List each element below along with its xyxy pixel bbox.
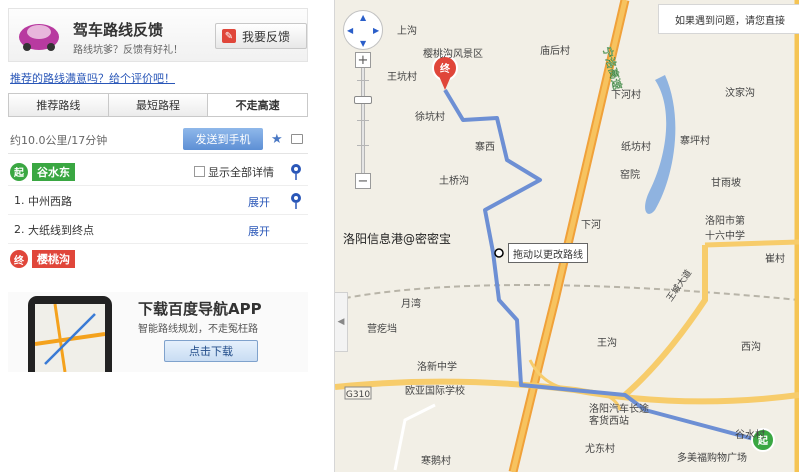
zoom-slider-knob[interactable]	[354, 96, 372, 104]
ad-subtitle: 智能路线规划，不走冤枉路	[138, 324, 258, 335]
feedback-button-label: 我要反馈	[242, 29, 291, 44]
show-all-checkbox[interactable]	[194, 166, 205, 177]
map-pan-control[interactable]: ▲ ▼ ◀ ▶	[343, 10, 383, 50]
download-button[interactable]: 点击下载	[164, 340, 258, 362]
help-notice[interactable]: 如果遇到问题，请您直接	[658, 4, 799, 34]
collapse-panel-button[interactable]: ◀	[335, 292, 348, 352]
route-panel: 驾车路线反馈 路线坑爹？反馈有好礼！ ✎ 我要反馈 推荐的路线满意吗？给个评价吧…	[0, 0, 334, 472]
start-badge: 起	[10, 162, 28, 181]
map-label: 土桥沟	[439, 176, 469, 187]
map-label: 下河	[581, 220, 601, 231]
zoom-out-button[interactable]: −	[355, 173, 371, 189]
location-pin-icon[interactable]	[290, 164, 302, 180]
drag-route-tooltip: 拖动以更改路线	[508, 243, 588, 263]
ad-title: 下载百度导航APP	[138, 300, 262, 318]
map-label: 寨西	[475, 142, 495, 153]
map-label: 营疙垱	[367, 324, 397, 335]
map-label: 徐坑村	[415, 112, 445, 123]
location-pin-icon[interactable]	[290, 193, 302, 209]
map-label: 王坑村	[387, 72, 417, 83]
svg-text:终: 终	[440, 62, 451, 75]
pan-down-icon[interactable]: ▼	[360, 40, 366, 48]
map-label: 西沟	[741, 342, 761, 353]
send-to-phone-button[interactable]: 发送到手机	[183, 128, 263, 150]
pan-up-icon[interactable]: ▲	[360, 14, 366, 22]
step-row[interactable]: 2. 大纸线到终点 展开	[8, 216, 308, 244]
watermark-text: 洛阳信息港@密密宝	[343, 232, 452, 246]
map-label: 甘雨坡	[711, 178, 741, 189]
map-label: 樱桃沟风景区	[423, 49, 483, 60]
map-label: 崔村	[765, 254, 785, 265]
feedback-button[interactable]: ✎ 我要反馈	[215, 23, 307, 49]
map-label: 寒鹅村	[421, 456, 451, 467]
zoom-tick	[357, 145, 369, 146]
tab-no-highway[interactable]: 不走高速	[208, 94, 308, 116]
tab-recommended[interactable]: 推荐路线	[9, 94, 109, 116]
zoom-in-button[interactable]: +	[355, 52, 371, 68]
map-label: 王沟	[597, 338, 617, 349]
step-number: 2.	[14, 223, 25, 236]
car-icon	[19, 24, 59, 51]
map-label: 洛新中学	[417, 362, 457, 373]
map-label: 汶家沟	[725, 88, 755, 99]
end-place[interactable]: 樱桃沟	[32, 250, 75, 268]
route-summary: 约10.0公里/17分钟 发送到手机 ★	[8, 124, 308, 154]
map-label: 多美福购物广场	[677, 453, 747, 464]
start-place[interactable]: 谷水东	[32, 162, 75, 181]
feedback-banner: 驾车路线反馈 路线坑爹？反馈有好礼！ ✎ 我要反馈	[8, 8, 308, 62]
route-tabs: 推荐路线 最短路程 不走高速	[8, 93, 308, 117]
step-expand-link[interactable]: 展开	[248, 194, 270, 210]
step-row[interactable]: 1. 中州西路 展开	[8, 187, 308, 215]
pan-left-icon[interactable]: ◀	[347, 27, 353, 35]
route-drag-point[interactable]	[494, 248, 504, 258]
end-row: 终 樱桃沟	[8, 245, 308, 273]
map-label: 尤东村	[585, 444, 615, 455]
g310-badge: G310	[346, 390, 370, 400]
map-label: 欧亚国际学校	[405, 386, 465, 397]
rate-route-link[interactable]: 推荐的路线满意吗？给个评价吧！	[10, 70, 175, 86]
step-text: 中州西路	[28, 194, 72, 208]
feedback-title: 驾车路线反馈	[73, 21, 164, 39]
map-label: 寨坪村	[680, 136, 710, 147]
zoom-tick	[357, 80, 369, 81]
feedback-subtitle: 路线坑爹？反馈有好礼！	[73, 45, 183, 56]
map-label: 纸坊村	[621, 142, 651, 153]
map-label: 洛阳汽车长途客货西站	[589, 404, 649, 427]
map-view[interactable]: 终 起 G310 宁洛高速 王城大道 上沟 樱桃沟风景区 王坑村 庙后村 下河村…	[335, 0, 799, 472]
print-icon[interactable]	[291, 134, 303, 144]
map-label: 谷水村	[735, 430, 765, 441]
start-row: 起 谷水东 显示全部详情	[8, 158, 308, 186]
show-all-label: 显示全部详情	[208, 166, 274, 179]
map-label: 洛阳市第十六中学	[705, 216, 745, 242]
phone-screen-map	[35, 304, 105, 372]
map-label: 月湾	[401, 299, 421, 310]
map-label: 庙后村	[540, 46, 570, 57]
map-label: 上沟	[397, 26, 417, 37]
step-expand-link[interactable]: 展开	[248, 223, 270, 239]
end-badge: 终	[10, 250, 28, 268]
tab-shortest[interactable]: 最短路程	[108, 94, 209, 116]
map-label: 窑院	[620, 170, 640, 181]
app-download-ad: 下载百度导航APP 智能路线规划，不走冤枉路 点击下载	[8, 292, 308, 372]
step-number: 1.	[14, 194, 25, 207]
zoom-tick	[357, 120, 369, 121]
route-distance: 约10.0公里/17分钟	[10, 134, 108, 147]
edit-icon: ✎	[222, 29, 236, 43]
favorite-star-icon[interactable]: ★	[271, 132, 283, 147]
step-text: 大纸线到终点	[28, 223, 94, 237]
pan-right-icon[interactable]: ▶	[373, 27, 379, 35]
map-label: 下河村	[611, 90, 641, 101]
